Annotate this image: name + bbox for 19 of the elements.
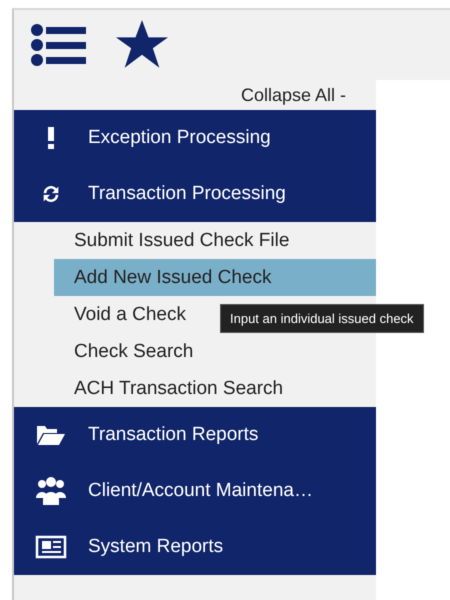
- menu-section-header[interactable]: Client/Account Maintena…: [14, 463, 376, 519]
- users-icon: [35, 476, 67, 506]
- menu-item[interactable]: Check Search: [54, 333, 376, 370]
- menu-section-header[interactable]: Transaction Reports: [14, 407, 376, 463]
- collapse-all-link[interactable]: Collapse All -: [14, 80, 376, 110]
- menu-item[interactable]: Add New Issued Check: [54, 259, 376, 296]
- menu-item[interactable]: ACH Transaction Search: [54, 370, 376, 407]
- menu-section-header[interactable]: Transaction Processing: [14, 166, 376, 222]
- star-icon: [116, 20, 168, 70]
- newspaper-icon: [35, 535, 67, 559]
- favorites-button[interactable]: [116, 20, 168, 70]
- menu-section-header[interactable]: System Reports: [14, 519, 376, 575]
- menu-section-header[interactable]: Exception Processing: [14, 110, 376, 166]
- menu-button[interactable]: [30, 22, 86, 68]
- menu-item[interactable]: Submit Issued Check File: [54, 222, 376, 259]
- menu-icon: [30, 22, 86, 68]
- folder-icon: [36, 424, 66, 446]
- exclamation-icon: [47, 127, 55, 149]
- tooltip: Input an individual issued check: [220, 304, 424, 333]
